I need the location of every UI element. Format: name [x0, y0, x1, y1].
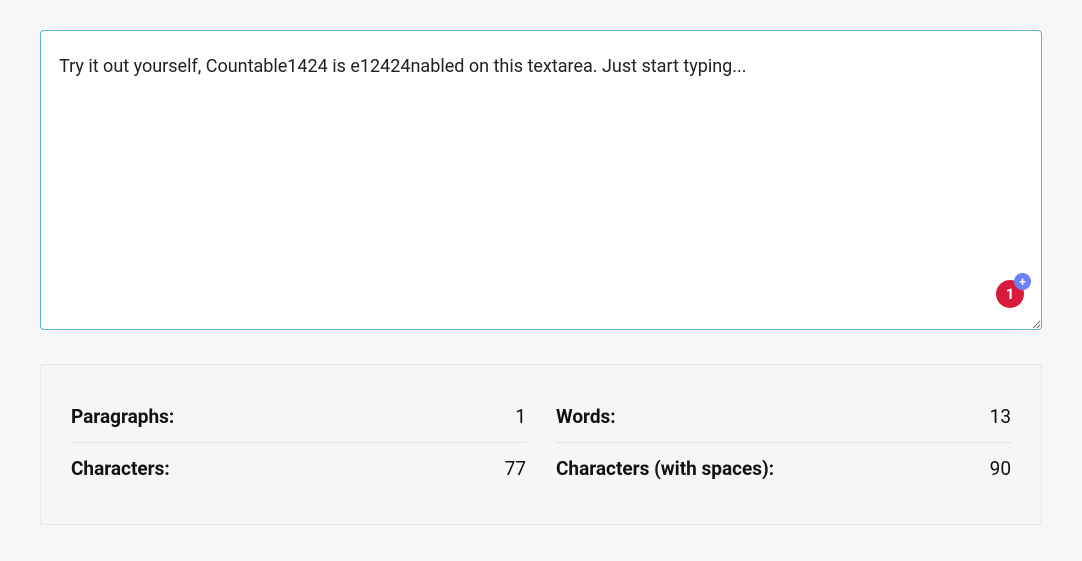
stat-row-characters-spaces: Characters (with spaces): 90 — [556, 443, 1011, 494]
stats-col-right: Words: 13 Characters (with spaces): 90 — [556, 391, 1011, 494]
stat-row-paragraphs: Paragraphs: 1 — [71, 391, 526, 443]
stat-row-characters: Characters: 77 — [71, 443, 526, 494]
demo-textarea[interactable] — [40, 30, 1042, 330]
error-count-number: 1 — [1006, 285, 1015, 303]
error-count-badge[interactable]: 1 + — [996, 280, 1024, 308]
stat-label-characters: Characters: — [71, 457, 170, 480]
stats-panel: Paragraphs: 1 Characters: 77 Words: 13 C… — [40, 364, 1042, 525]
stat-value-characters-spaces: 90 — [990, 457, 1011, 480]
plus-icon-glyph: + — [1019, 276, 1026, 288]
error-badge-group[interactable]: 1 + — [996, 280, 1024, 308]
plus-icon[interactable]: + — [1014, 273, 1031, 290]
stat-value-words: 13 — [990, 405, 1011, 428]
stat-label-paragraphs: Paragraphs: — [71, 405, 174, 428]
stats-col-left: Paragraphs: 1 Characters: 77 — [71, 391, 526, 494]
stat-row-words: Words: 13 — [556, 391, 1011, 443]
stat-label-characters-spaces: Characters (with spaces): — [556, 457, 774, 480]
textarea-wrapper: 1 + — [40, 30, 1042, 334]
stat-value-paragraphs: 1 — [515, 405, 526, 428]
stat-value-characters: 77 — [505, 457, 526, 480]
stat-label-words: Words: — [556, 405, 616, 428]
